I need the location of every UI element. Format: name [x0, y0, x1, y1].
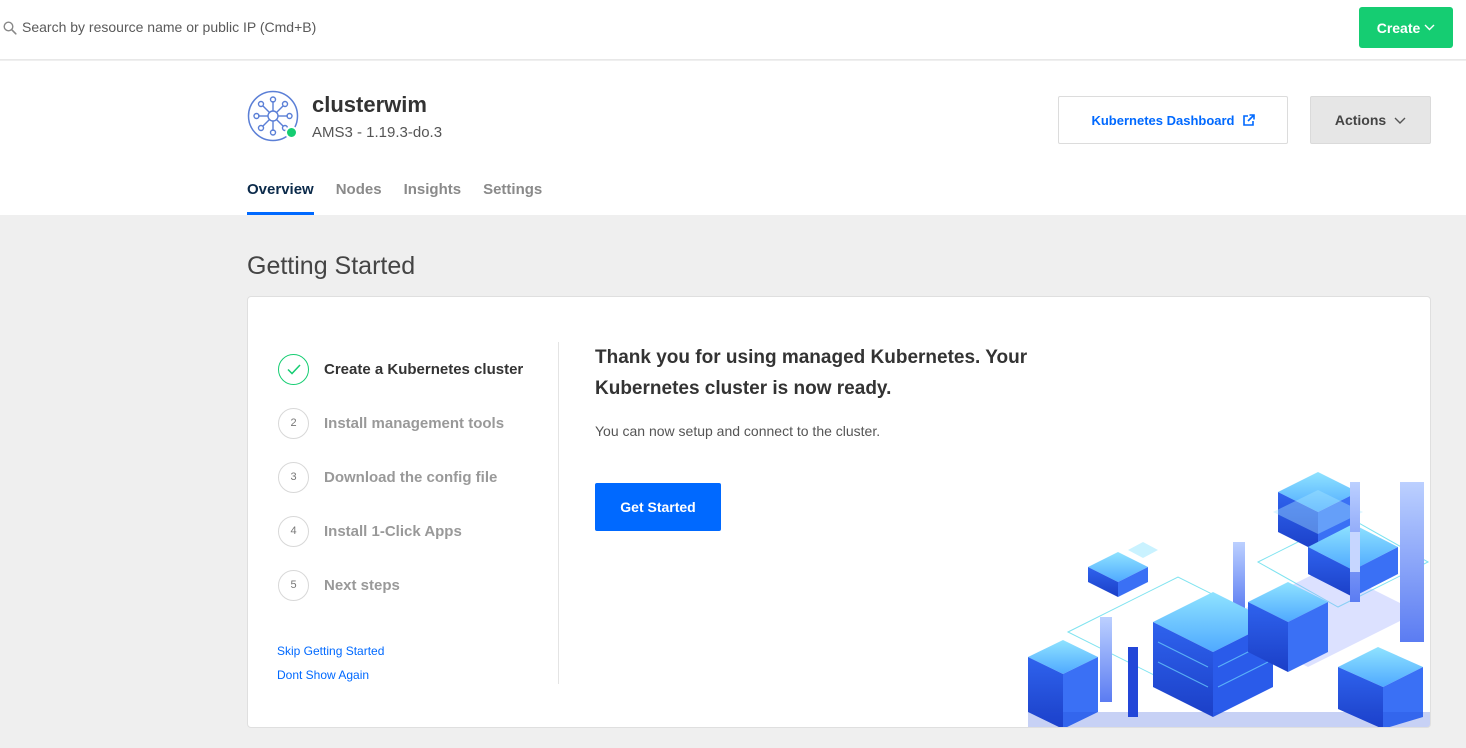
step-item: 3 Download the config file	[278, 450, 523, 504]
create-button[interactable]: Create	[1359, 7, 1453, 48]
chevron-down-icon	[1424, 24, 1435, 31]
steps-list: Create a Kubernetes cluster 2 Install ma…	[278, 342, 523, 612]
external-link-icon	[1242, 113, 1255, 126]
kubernetes-dashboard-button[interactable]: Kubernetes Dashboard	[1058, 96, 1288, 144]
getting-started-card: Create a Kubernetes cluster 2 Install ma…	[247, 296, 1431, 728]
step-label: Install management tools	[324, 414, 505, 432]
status-indicator	[285, 126, 298, 139]
top-bar: Create	[0, 0, 1466, 60]
cluster-tabs: Overview Nodes Insights Settings	[247, 178, 542, 215]
step-item: 5 Next steps	[278, 558, 523, 612]
step-label: Download the config file	[324, 468, 498, 486]
actions-label: Actions	[1334, 112, 1387, 128]
step-item: Create a Kubernetes cluster	[278, 342, 523, 396]
cluster-header: clusterwim AMS3 - 1.19.3-do.3 Kubernetes…	[0, 61, 1466, 215]
step-number: 3	[278, 461, 309, 493]
step-label: Install 1-Click Apps	[324, 522, 462, 540]
vertical-divider	[558, 342, 559, 684]
kubernetes-illustration	[1028, 472, 1430, 727]
get-started-button[interactable]: Get Started	[595, 483, 721, 531]
cluster-name: clusterwim	[312, 92, 427, 117]
cluster-region-version: AMS3 - 1.19.3-do.3	[312, 124, 443, 141]
chevron-down-icon	[1394, 117, 1406, 124]
ready-headline: Thank you for using managed Kubernetes. …	[595, 347, 1028, 399]
getting-started-title: Getting Started	[247, 252, 416, 280]
actions-button[interactable]: Actions	[1310, 96, 1431, 144]
dont-show-again-link[interactable]: Dont Show Again	[277, 667, 384, 691]
kubernetes-dashboard-label: Kubernetes Dashboard	[1091, 112, 1235, 128]
step-label: Create a Kubernetes cluster	[324, 360, 524, 378]
skip-getting-started-link[interactable]: Skip Getting Started	[277, 643, 384, 667]
step-number: 4	[278, 515, 309, 547]
step-item: 2 Install management tools	[278, 396, 523, 450]
step-number: 5	[278, 569, 309, 601]
tab-settings[interactable]: Settings	[483, 178, 542, 215]
search-icon	[3, 21, 17, 35]
ready-subtext: You can now setup and connect to the clu…	[595, 423, 881, 439]
tab-insights[interactable]: Insights	[404, 178, 462, 215]
step-label: Next steps	[324, 576, 400, 594]
step-check-icon	[278, 353, 309, 385]
tab-overview[interactable]: Overview	[247, 178, 314, 215]
step-number: 2	[278, 407, 309, 439]
tab-nodes[interactable]: Nodes	[336, 178, 382, 215]
search-input[interactable]	[22, 14, 622, 40]
create-button-label: Create	[1376, 19, 1421, 36]
step-item: 4 Install 1-Click Apps	[278, 504, 523, 558]
getting-started-links: Skip Getting Started Dont Show Again	[277, 643, 384, 691]
